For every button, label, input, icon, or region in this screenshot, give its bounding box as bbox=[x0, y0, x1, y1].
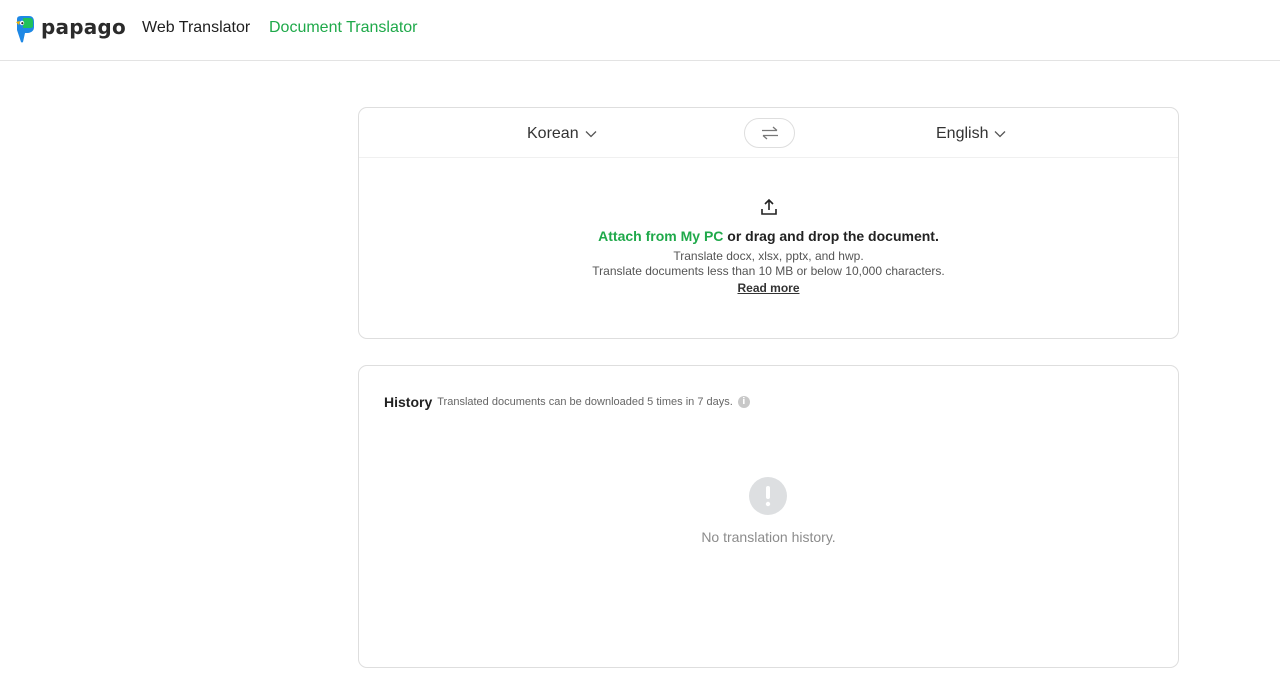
papago-logo-icon bbox=[16, 16, 34, 43]
nav-document-translator[interactable]: Document Translator bbox=[269, 18, 418, 38]
history-card: History Translated documents can be down… bbox=[358, 365, 1179, 668]
history-note: Translated documents can be downloaded 5… bbox=[437, 396, 733, 408]
swap-icon bbox=[761, 126, 778, 140]
upload-icon[interactable] bbox=[760, 198, 778, 216]
swap-languages-button[interactable] bbox=[744, 118, 795, 148]
drag-drop-text: or drag and drop the document. bbox=[723, 228, 939, 244]
history-header: History Translated documents can be down… bbox=[384, 394, 750, 410]
attach-from-pc-link[interactable]: Attach from My PC bbox=[598, 228, 723, 244]
logo-wordmark: papago bbox=[41, 15, 126, 39]
info-icon[interactable]: i bbox=[737, 396, 750, 408]
nav-web-translator[interactable]: Web Translator bbox=[142, 18, 250, 38]
source-language-select[interactable]: Korean bbox=[527, 123, 597, 145]
exclamation-mark bbox=[765, 486, 771, 507]
chevron-down-icon bbox=[585, 131, 597, 138]
document-upload-card: Korean English Attach from My PC or drag… bbox=[358, 107, 1179, 339]
attach-instructions: Attach from My PC or drag and drop the d… bbox=[359, 227, 1178, 245]
chevron-down-icon bbox=[995, 131, 1006, 138]
read-more-wrapper: Read more bbox=[359, 281, 1178, 296]
language-bar: Korean English bbox=[359, 108, 1178, 158]
exclamation-icon bbox=[749, 477, 787, 515]
supported-formats-text: Translate docx, xlsx, pptx, and hwp. bbox=[673, 249, 864, 263]
target-language-label: English bbox=[936, 125, 989, 142]
history-title: History bbox=[384, 394, 433, 410]
source-language-label: Korean bbox=[527, 125, 579, 142]
top-header: papago Web Translator Document Translato… bbox=[0, 0, 1280, 61]
size-limit-text: Translate documents less than 10 MB or b… bbox=[592, 264, 945, 278]
empty-history-text: No translation history. bbox=[701, 529, 836, 545]
target-language-select[interactable]: English bbox=[936, 123, 1006, 145]
read-more-link[interactable]: Read more bbox=[737, 281, 799, 295]
papago-logo[interactable]: papago bbox=[14, 14, 126, 44]
